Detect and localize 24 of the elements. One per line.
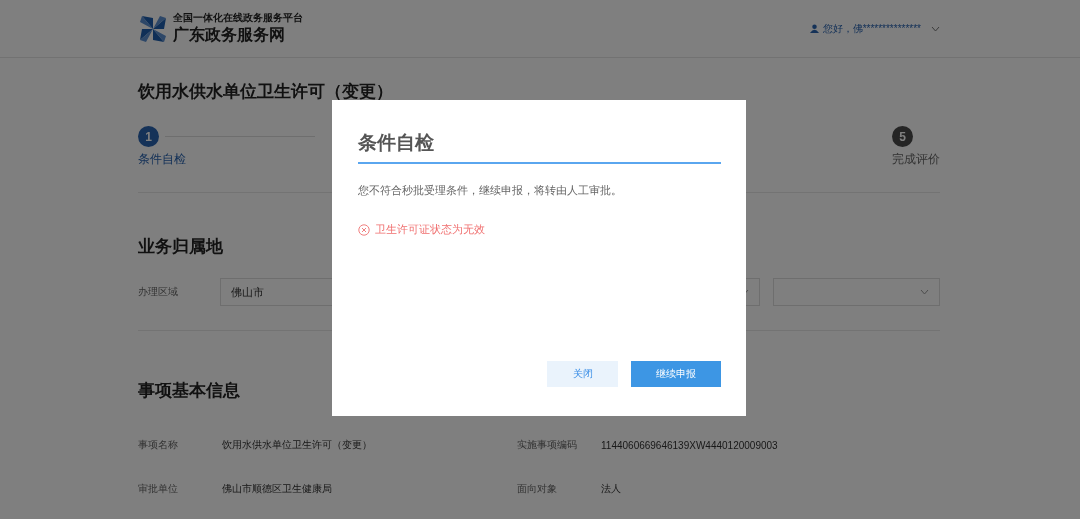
info-label: 事项名称 [138, 438, 179, 452]
user-greeting[interactable]: 您好，佛*************** [822, 21, 921, 36]
field-label: 办理区域 [138, 285, 179, 299]
dialog-title: 条件自检 [358, 130, 721, 164]
dialog-message: 您不符合秒批受理条件，继续申报，将转由人工审批。 [358, 184, 623, 198]
page-title: 饮用水供水单位卫生许可（变更） [138, 81, 394, 103]
info-label: 面向对象 [517, 482, 558, 496]
info-label: 审批单位 [138, 482, 179, 496]
info-value: 饮用水供水单位卫生许可（变更） [222, 438, 373, 452]
info-label: 实施事项编码 [517, 438, 578, 452]
info-value: 法人 [601, 482, 621, 496]
section-title: 业务归属地 [138, 236, 223, 258]
info-value: 1144060669646139XW4440120009003 [601, 439, 778, 451]
step-label: 条件自检 [138, 151, 187, 168]
info-value: 佛山市顺德区卫生健康局 [222, 482, 333, 496]
close-button[interactable]: 关闭 [547, 361, 618, 387]
section-title: 事项基本信息 [138, 380, 240, 402]
platform-name: 全国一体化在线政务服务平台 [173, 11, 303, 25]
error-message: 卫生许可证状态为无效 [375, 222, 485, 237]
step-number: 1 [138, 126, 159, 147]
site-name: 广东政务服务网 [173, 24, 286, 45]
continue-button[interactable]: 继续申报 [631, 361, 721, 387]
step-label: 完成评价 [892, 151, 940, 168]
step-number: 5 [892, 126, 913, 147]
